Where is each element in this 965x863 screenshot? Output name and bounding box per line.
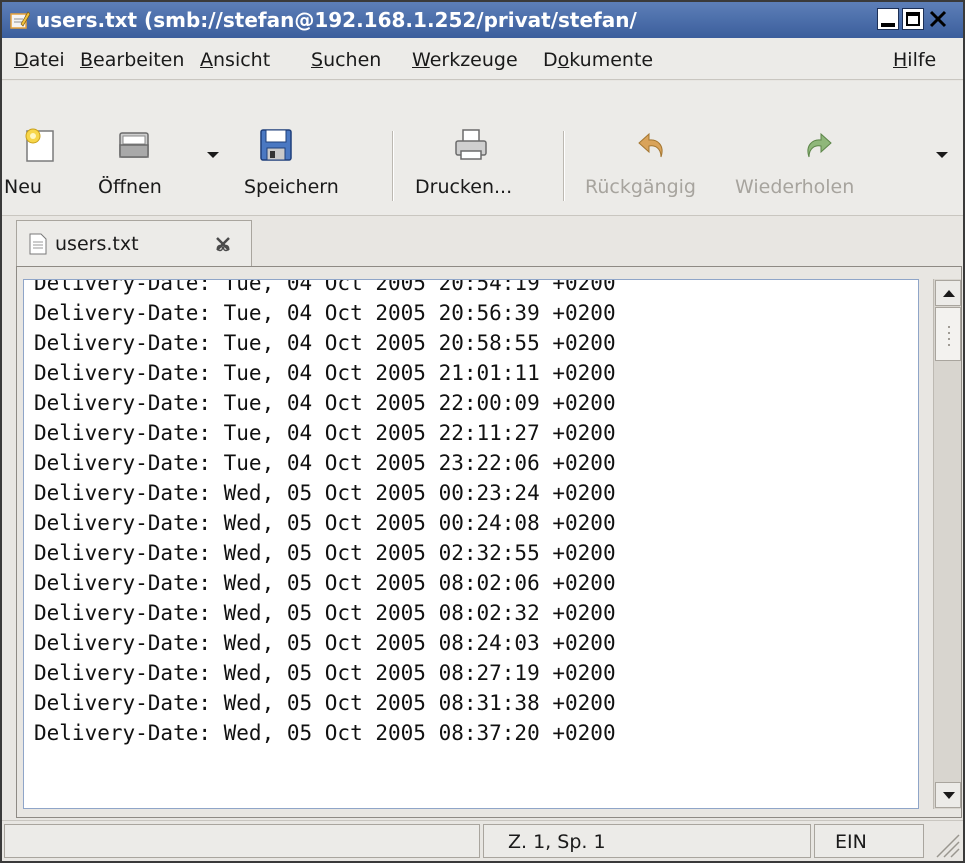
text-line: Delivery-Date: Tue, 04 Oct 2005 22:00:09… bbox=[34, 391, 616, 415]
text-editor-icon bbox=[10, 11, 30, 29]
text-line: Delivery-Date: Tue, 04 Oct 2005 23:22:06… bbox=[34, 451, 616, 475]
undo-arrow-icon bbox=[638, 132, 663, 158]
text-line: Delivery-Date: Wed, 05 Oct 2005 08:24:03… bbox=[34, 631, 616, 655]
text-line: Delivery-Date: Tue, 04 Oct 2005 21:01:11… bbox=[34, 361, 616, 385]
editor-text: Delivery-Date: Tue, 04 Oct 2005 20:54:19… bbox=[34, 279, 616, 748]
redo-arrow-icon bbox=[807, 132, 832, 158]
title-bar[interactable]: users.txt (smb://stefan@192.168.1.252/pr… bbox=[2, 2, 963, 38]
save-button[interactable]: Speichern bbox=[238, 81, 378, 216]
tab-users-txt[interactable]: users.txt bbox=[16, 220, 252, 266]
maximize-icon bbox=[906, 12, 920, 26]
redo-label: Wiederholen bbox=[735, 176, 855, 198]
print-button[interactable]: Drucken... bbox=[403, 81, 551, 216]
menu-bar: Datei Bearbeiten Ansicht Suchen Werkzeug… bbox=[2, 38, 963, 80]
grip-dot bbox=[948, 344, 950, 346]
menu-hilfe-rest: ilfe bbox=[907, 49, 937, 71]
text-line: Delivery-Date: Wed, 05 Oct 2005 02:32:55… bbox=[34, 541, 616, 565]
menu-hilfe[interactable]: Hilfe bbox=[893, 49, 936, 71]
menu-datei[interactable]: Datei bbox=[14, 49, 65, 71]
window-title: users.txt (smb://stefan@192.168.1.252/pr… bbox=[36, 8, 637, 32]
minimize-icon bbox=[881, 23, 895, 27]
text-line: Delivery-Date: Wed, 05 Oct 2005 08:02:32… bbox=[34, 601, 616, 625]
menu-dokumente-pre: D bbox=[543, 49, 558, 71]
cursor-position: Z. 1, Sp. 1 bbox=[508, 831, 606, 853]
text-line: Delivery-Date: Wed, 05 Oct 2005 00:23:24… bbox=[34, 481, 616, 505]
printer-icon bbox=[455, 129, 487, 160]
toolbar: Neu Öffnen Speichern Drucken... Rückgäng… bbox=[2, 81, 963, 216]
undo-button[interactable]: Rückgängig bbox=[577, 81, 735, 216]
text-line: Delivery-Date: Wed, 05 Oct 2005 08:27:19… bbox=[34, 661, 616, 685]
floppy-disk-icon bbox=[260, 129, 292, 161]
menu-hilfe-mnemonic: H bbox=[893, 49, 908, 71]
resize-grip-icon[interactable] bbox=[927, 825, 961, 859]
new-document-icon bbox=[25, 128, 54, 162]
gedit-window: users.txt (smb://stefan@192.168.1.252/pr… bbox=[0, 0, 965, 863]
text-line: Delivery-Date: Tue, 04 Oct 2005 20:56:39… bbox=[34, 301, 616, 325]
status-position-cell: Z. 1, Sp. 1 bbox=[483, 824, 811, 858]
toolbar-separator bbox=[392, 131, 394, 201]
folder-open-icon bbox=[119, 132, 149, 158]
status-bar: Z. 1, Sp. 1 EIN bbox=[2, 820, 963, 861]
toolbar-overflow-arrow[interactable] bbox=[936, 152, 948, 158]
menu-datei-rest: atei bbox=[28, 49, 65, 71]
editor-frame: Delivery-Date: Tue, 04 Oct 2005 20:54:19… bbox=[16, 266, 962, 818]
grip-dot bbox=[948, 338, 950, 340]
minimize-button[interactable] bbox=[877, 8, 899, 30]
maximize-button[interactable] bbox=[902, 8, 924, 30]
menu-bearbeiten-rest: earbeiten bbox=[93, 49, 185, 71]
menu-dokumente[interactable]: Dokumente bbox=[543, 49, 653, 71]
scroll-thumb[interactable] bbox=[935, 307, 961, 361]
open-recent-dropdown[interactable] bbox=[207, 152, 219, 158]
undo-label: Rückgängig bbox=[585, 176, 696, 198]
status-mode-cell: EIN bbox=[814, 824, 924, 858]
open-label: Öffnen bbox=[98, 176, 162, 198]
new-label: Neu bbox=[4, 176, 42, 198]
menu-suchen-rest: uchen bbox=[323, 49, 382, 71]
tab-bar: users.txt bbox=[2, 216, 963, 266]
menu-bearbeiten-mnemonic: B bbox=[80, 49, 94, 71]
toolbar-separator bbox=[563, 131, 565, 201]
menu-werkzeuge-mnemonic: W bbox=[412, 49, 430, 71]
document-icon bbox=[29, 233, 47, 255]
menu-dokumente-rest: kumente bbox=[569, 49, 654, 71]
text-line: Delivery-Date: Tue, 04 Oct 2005 20:54:19… bbox=[34, 279, 616, 295]
menu-suchen[interactable]: Suchen bbox=[311, 49, 381, 71]
redo-button[interactable]: Wiederholen bbox=[735, 81, 903, 216]
scroll-up-button[interactable] bbox=[935, 280, 961, 306]
text-line: Delivery-Date: Wed, 05 Oct 2005 08:31:38… bbox=[34, 691, 616, 715]
print-label: Drucken... bbox=[415, 176, 513, 198]
insert-mode: EIN bbox=[835, 831, 867, 853]
tab-label: users.txt bbox=[55, 233, 139, 255]
menu-bearbeiten[interactable]: Bearbeiten bbox=[80, 49, 184, 71]
text-line: Delivery-Date: Wed, 05 Oct 2005 08:02:06… bbox=[34, 571, 616, 595]
menu-suchen-mnemonic: S bbox=[311, 49, 324, 71]
arrow-down-icon bbox=[943, 792, 955, 799]
text-line: Delivery-Date: Tue, 04 Oct 2005 20:58:55… bbox=[34, 331, 616, 355]
vertical-scrollbar[interactable] bbox=[933, 279, 961, 809]
open-button[interactable]: Öffnen bbox=[98, 81, 198, 216]
grip-dot bbox=[948, 332, 950, 334]
arrow-up-icon bbox=[943, 290, 955, 297]
grip-dot bbox=[948, 326, 950, 328]
scroll-down-button[interactable] bbox=[935, 782, 961, 808]
new-button[interactable]: Neu bbox=[2, 81, 98, 216]
menu-datei-mnemonic: D bbox=[14, 49, 29, 71]
close-tab-icon[interactable] bbox=[213, 235, 233, 253]
text-line: Delivery-Date: Tue, 04 Oct 2005 22:11:27… bbox=[34, 421, 616, 445]
close-icon bbox=[929, 10, 947, 28]
menu-ansicht-rest: nsicht bbox=[213, 49, 271, 71]
status-message-cell bbox=[4, 824, 480, 858]
save-label: Speichern bbox=[244, 176, 339, 198]
text-line: Delivery-Date: Wed, 05 Oct 2005 08:37:20… bbox=[34, 721, 616, 745]
text-editor[interactable]: Delivery-Date: Tue, 04 Oct 2005 20:54:19… bbox=[23, 279, 919, 809]
text-line: Delivery-Date: Wed, 05 Oct 2005 00:24:08… bbox=[34, 511, 616, 535]
menu-ansicht[interactable]: Ansicht bbox=[200, 49, 270, 71]
close-button[interactable] bbox=[927, 8, 949, 30]
menu-ansicht-mnemonic: A bbox=[200, 49, 213, 71]
menu-werkzeuge-rest: erkzeuge bbox=[429, 49, 518, 71]
menu-werkzeuge[interactable]: Werkzeuge bbox=[412, 49, 518, 71]
menu-dokumente-mnemonic: o bbox=[557, 49, 570, 71]
